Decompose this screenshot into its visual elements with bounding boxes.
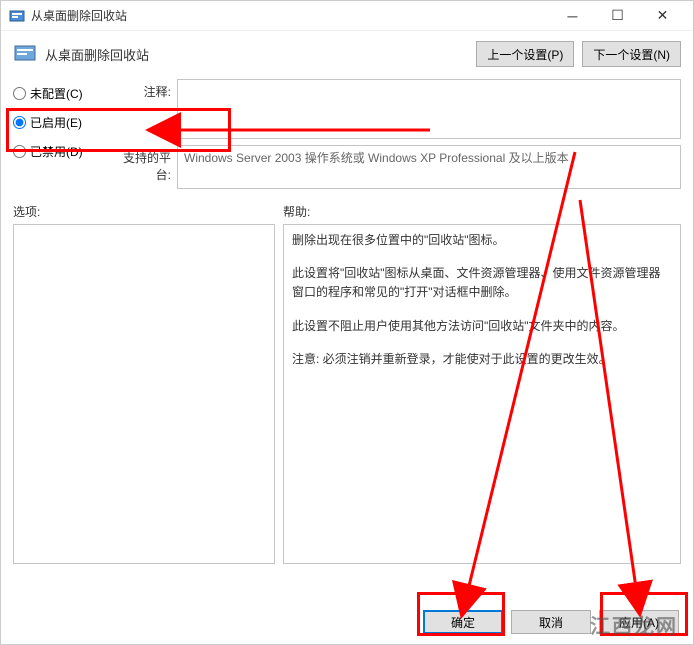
help-p3: 此设置不阻止用户使用其他方法访问"回收站"文件夹中的内容。 <box>292 317 672 336</box>
radio-disabled-label: 已禁用(D) <box>30 143 83 160</box>
help-column: 帮助: 删除出现在很多位置中的"回收站"图标。 此设置将"回收站"图标从桌面、文… <box>283 203 681 564</box>
close-button[interactable]: ✕ <box>640 1 685 31</box>
help-p4: 注意: 必须注销并重新登录，才能使对于此设置的更改生效。 <box>292 350 672 369</box>
apply-button[interactable]: 应用(A) <box>599 610 679 634</box>
policy-icon <box>13 42 37 66</box>
options-column: 选项: <box>13 203 275 564</box>
next-setting-button[interactable]: 下一个设置(N) <box>582 41 681 67</box>
options-box <box>13 224 275 564</box>
comment-label: 注释: <box>111 79 171 100</box>
radio-enabled[interactable]: 已启用(E) <box>13 114 103 131</box>
help-p1: 删除出现在很多位置中的"回收站"图标。 <box>292 231 672 250</box>
minimize-button[interactable]: ─ <box>550 1 595 31</box>
options-label: 选项: <box>13 203 275 220</box>
radio-enabled-input[interactable] <box>13 116 26 129</box>
policy-name-label: 从桌面删除回收站 <box>45 45 468 64</box>
right-column: 注释: 支持的平台: Windows Server 2003 操作系统或 Win… <box>111 79 681 189</box>
policy-editor-window: 从桌面删除回收站 ─ ☐ ✕ 从桌面删除回收站 上一个设置(P) 下一个设置(N… <box>0 0 694 645</box>
cancel-button[interactable]: 取消 <box>511 610 591 634</box>
header-row: 从桌面删除回收站 上一个设置(P) 下一个设置(N) <box>1 31 693 75</box>
radio-group: 未配置(C) 已启用(E) 已禁用(D) <box>13 79 103 189</box>
footer: 确定 取消 应用(A) <box>1 600 693 644</box>
radio-not-configured[interactable]: 未配置(C) <box>13 85 103 102</box>
radio-not-configured-input[interactable] <box>13 87 26 100</box>
config-row: 未配置(C) 已启用(E) 已禁用(D) 注释: 支持的平台: Windows … <box>1 75 693 189</box>
radio-enabled-label: 已启用(E) <box>30 114 82 131</box>
maximize-button[interactable]: ☐ <box>595 1 640 31</box>
radio-not-configured-label: 未配置(C) <box>30 85 83 102</box>
window-title: 从桌面删除回收站 <box>31 7 550 24</box>
ok-button[interactable]: 确定 <box>423 610 503 634</box>
platform-text: Windows Server 2003 操作系统或 Windows XP Pro… <box>184 151 569 165</box>
prev-setting-button[interactable]: 上一个设置(P) <box>476 41 574 67</box>
help-box: 删除出现在很多位置中的"回收站"图标。 此设置将"回收站"图标从桌面、文件资源管… <box>283 224 681 564</box>
platform-label: 支持的平台: <box>111 145 171 183</box>
radio-disabled-input[interactable] <box>13 145 26 158</box>
titlebar: 从桌面删除回收站 ─ ☐ ✕ <box>1 1 693 31</box>
help-p2: 此设置将"回收站"图标从桌面、文件资源管理器、使用文件资源管理器窗口的程序和常见… <box>292 264 672 302</box>
mid-row: 选项: 帮助: 删除出现在很多位置中的"回收站"图标。 此设置将"回收站"图标从… <box>1 189 693 568</box>
platform-box: Windows Server 2003 操作系统或 Windows XP Pro… <box>177 145 681 189</box>
help-label: 帮助: <box>283 203 681 220</box>
comment-textarea[interactable] <box>177 79 681 139</box>
app-icon <box>9 8 25 24</box>
radio-disabled[interactable]: 已禁用(D) <box>13 143 103 160</box>
window-controls: ─ ☐ ✕ <box>550 1 685 31</box>
